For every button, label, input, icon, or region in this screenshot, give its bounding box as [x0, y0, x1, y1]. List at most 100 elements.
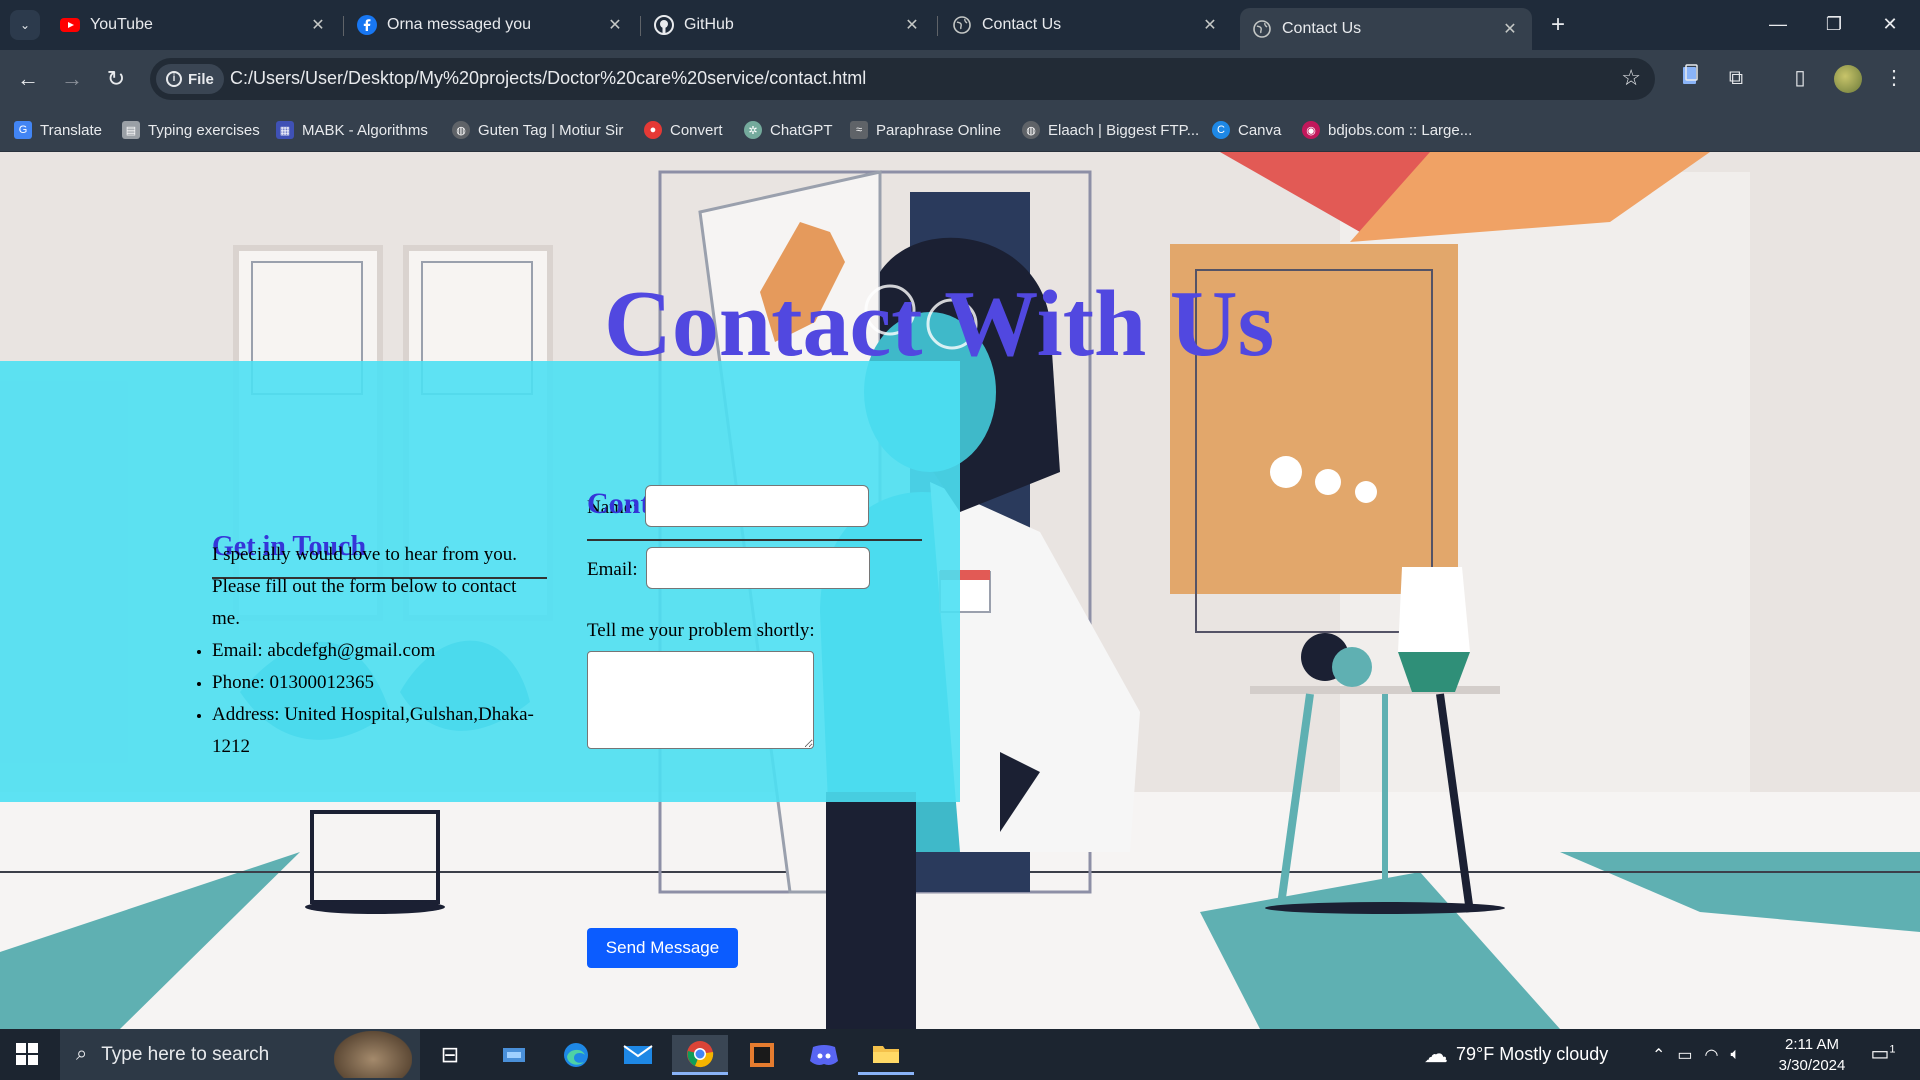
close-window-icon[interactable]: ✕: [1862, 6, 1918, 42]
bookmark-bdjobs[interactable]: ◉ bdjobs.com :: Large...: [1302, 119, 1472, 141]
reload-icon[interactable]: ↻: [100, 63, 132, 95]
github-icon: [654, 15, 674, 35]
windows-taskbar: ⌕ Type here to search ⊟ ☁ 79°F Mostly cl…: [0, 1029, 1920, 1080]
forward-arrow-icon[interactable]: →: [56, 63, 88, 95]
close-tab-icon[interactable]: ✕: [1500, 19, 1520, 39]
menu-kebab-icon[interactable]: ⋮: [1880, 64, 1908, 92]
mail-app-icon[interactable]: [610, 1035, 666, 1075]
bookmark-paraphrase[interactable]: ≈ Paraphrase Online: [850, 119, 1001, 141]
extensions-puzzle-icon[interactable]: ⧉: [1722, 64, 1750, 92]
globe-icon: ◍: [452, 121, 470, 139]
restore-icon[interactable]: ❐: [1806, 6, 1862, 42]
notification-center-icon[interactable]: ▭1: [1868, 1041, 1898, 1069]
facebook-icon: [357, 15, 377, 35]
tab-github[interactable]: GitHub ✕: [642, 8, 934, 42]
name-input[interactable]: [645, 485, 869, 527]
edge-browser-icon[interactable]: [548, 1035, 604, 1075]
file-explorer-icon[interactable]: [858, 1035, 914, 1075]
tab-contact-us[interactable]: Contact Us ✕: [940, 8, 1232, 42]
bookmark-mabk[interactable]: ▦ MABK - Algorithms: [276, 119, 428, 141]
bookmark-label: Typing exercises: [148, 121, 260, 139]
file-manager-app-icon[interactable]: [486, 1035, 542, 1075]
profile-avatar[interactable]: [1834, 65, 1862, 93]
tab-title: Orna messaged you: [387, 16, 532, 33]
bdjobs-icon: ◉: [1302, 121, 1320, 139]
volume-icon[interactable]: 🔈︎: [1731, 1046, 1741, 1064]
media-player-app-icon[interactable]: [734, 1035, 790, 1075]
bookmark-guten-tag[interactable]: ◍ Guten Tag | Motiur Sir: [452, 119, 623, 141]
get-in-touch-text: I specially would love to hear from you.…: [212, 544, 517, 629]
cloudy-weather-icon: ☁: [1424, 1041, 1448, 1068]
taskbar-search-box[interactable]: ⌕ Type here to search: [60, 1029, 420, 1080]
send-message-button[interactable]: Send Message: [587, 928, 738, 968]
site-info-button[interactable]: i File: [156, 64, 224, 94]
bookmark-label: Paraphrase Online: [876, 121, 1002, 139]
tab-title: Contact Us: [1282, 20, 1362, 37]
tab-youtube[interactable]: YouTube ✕: [48, 8, 340, 42]
tab-facebook[interactable]: Orna messaged you ✕: [345, 8, 637, 42]
tab-separator: [343, 16, 344, 36]
translate-icon: G: [14, 121, 32, 139]
minimize-icon[interactable]: —: [1750, 6, 1806, 42]
taskbar-clock[interactable]: 2:11 AM 3/30/2024: [1770, 1034, 1854, 1076]
bookmark-convert[interactable]: ● Convert: [644, 119, 723, 141]
email-label: Email:: [587, 559, 638, 580]
close-tab-icon[interactable]: ✕: [902, 15, 922, 35]
notification-count: 1: [1889, 1043, 1896, 1056]
chrome-browser-icon[interactable]: [672, 1035, 728, 1075]
task-view-icon[interactable]: ⊟: [422, 1035, 478, 1075]
paraphrase-icon: ≈: [850, 121, 868, 139]
problem-textarea[interactable]: [587, 651, 814, 749]
system-tray: ⌃ ▭ ◠ 🔈︎: [1652, 1029, 1740, 1080]
convert-icon: ●: [644, 121, 662, 139]
back-arrow-icon[interactable]: ←: [12, 63, 44, 95]
bookmark-label: Canva: [1238, 121, 1282, 139]
wifi-icon[interactable]: ◠: [1705, 1045, 1719, 1065]
close-tab-icon[interactable]: ✕: [1200, 15, 1220, 35]
new-tab-button[interactable]: +: [1543, 10, 1573, 40]
bookmark-chatgpt[interactable]: ✲ ChatGPT: [744, 119, 833, 141]
address-bar[interactable]: i File C:/Users/User/Desktop/My%20projec…: [150, 58, 1655, 100]
youtube-icon: [60, 15, 80, 35]
weather-widget[interactable]: ☁ 79°F Mostly cloudy: [1424, 1029, 1608, 1080]
search-placeholder: Type here to search: [101, 1043, 270, 1065]
bookmark-label: MABK - Algorithms: [302, 121, 428, 139]
chevron-up-icon[interactable]: ⌃: [1652, 1045, 1665, 1065]
chatgpt-icon: ✲: [744, 121, 762, 139]
keyboard-icon: ▤: [122, 121, 140, 139]
tab-separator: [640, 16, 641, 36]
bookmark-translate[interactable]: G Translate: [14, 119, 102, 141]
bookmark-typing-exercises[interactable]: ▤ Typing exercises: [122, 119, 260, 141]
battery-icon[interactable]: ▭: [1677, 1045, 1692, 1065]
close-tab-icon[interactable]: ✕: [605, 15, 625, 35]
bookmark-elaach[interactable]: ◍ Elaach | Biggest FTP...: [1022, 119, 1199, 141]
algorithms-icon: ▦: [276, 121, 294, 139]
bookmark-canva[interactable]: C Canva: [1212, 119, 1281, 141]
contact-details-list: Email: abcdefgh@gmail.com Phone: 0130001…: [212, 635, 547, 763]
get-in-touch-section: Get in Touch I specially would love to h…: [212, 531, 547, 763]
tab-strip: ⌄ YouTube ✕ Orna messaged you ✕ GitHub ✕…: [0, 0, 1920, 50]
weather-text: 79°F Mostly cloudy: [1456, 1044, 1609, 1064]
search-highlight-image: [334, 1031, 412, 1078]
tab-title: GitHub: [684, 16, 734, 33]
discord-app-icon[interactable]: [796, 1035, 852, 1075]
reading-list-icon[interactable]: [1676, 64, 1704, 92]
url-text[interactable]: C:/Users/User/Desktop/My%20projects/Doct…: [230, 68, 866, 89]
chat-bubble-icon: ▭: [1870, 1043, 1890, 1065]
tab-search-button[interactable]: ⌄: [10, 10, 40, 40]
side-panel-icon[interactable]: ▯: [1786, 64, 1814, 92]
tab-title: YouTube: [90, 16, 153, 33]
tab-separator: [937, 16, 938, 36]
clock-date: 3/30/2024: [1778, 1057, 1846, 1074]
bookmark-label: Elaach | Biggest FTP...: [1048, 121, 1200, 139]
clock-time: 2:11 AM: [1785, 1036, 1839, 1053]
bookmark-label: Convert: [670, 121, 723, 139]
bookmark-label: Translate: [40, 121, 102, 139]
email-input[interactable]: [646, 547, 870, 589]
close-tab-icon[interactable]: ✕: [308, 15, 328, 35]
tab-contact-us-active[interactable]: Contact Us ✕: [1240, 8, 1532, 50]
windows-start-icon[interactable]: [16, 1043, 38, 1065]
bookmark-label: Guten Tag | Motiur Sir: [478, 121, 624, 139]
bookmark-star-icon[interactable]: ☆: [1621, 65, 1641, 91]
globe-icon: ◍: [1022, 121, 1040, 139]
